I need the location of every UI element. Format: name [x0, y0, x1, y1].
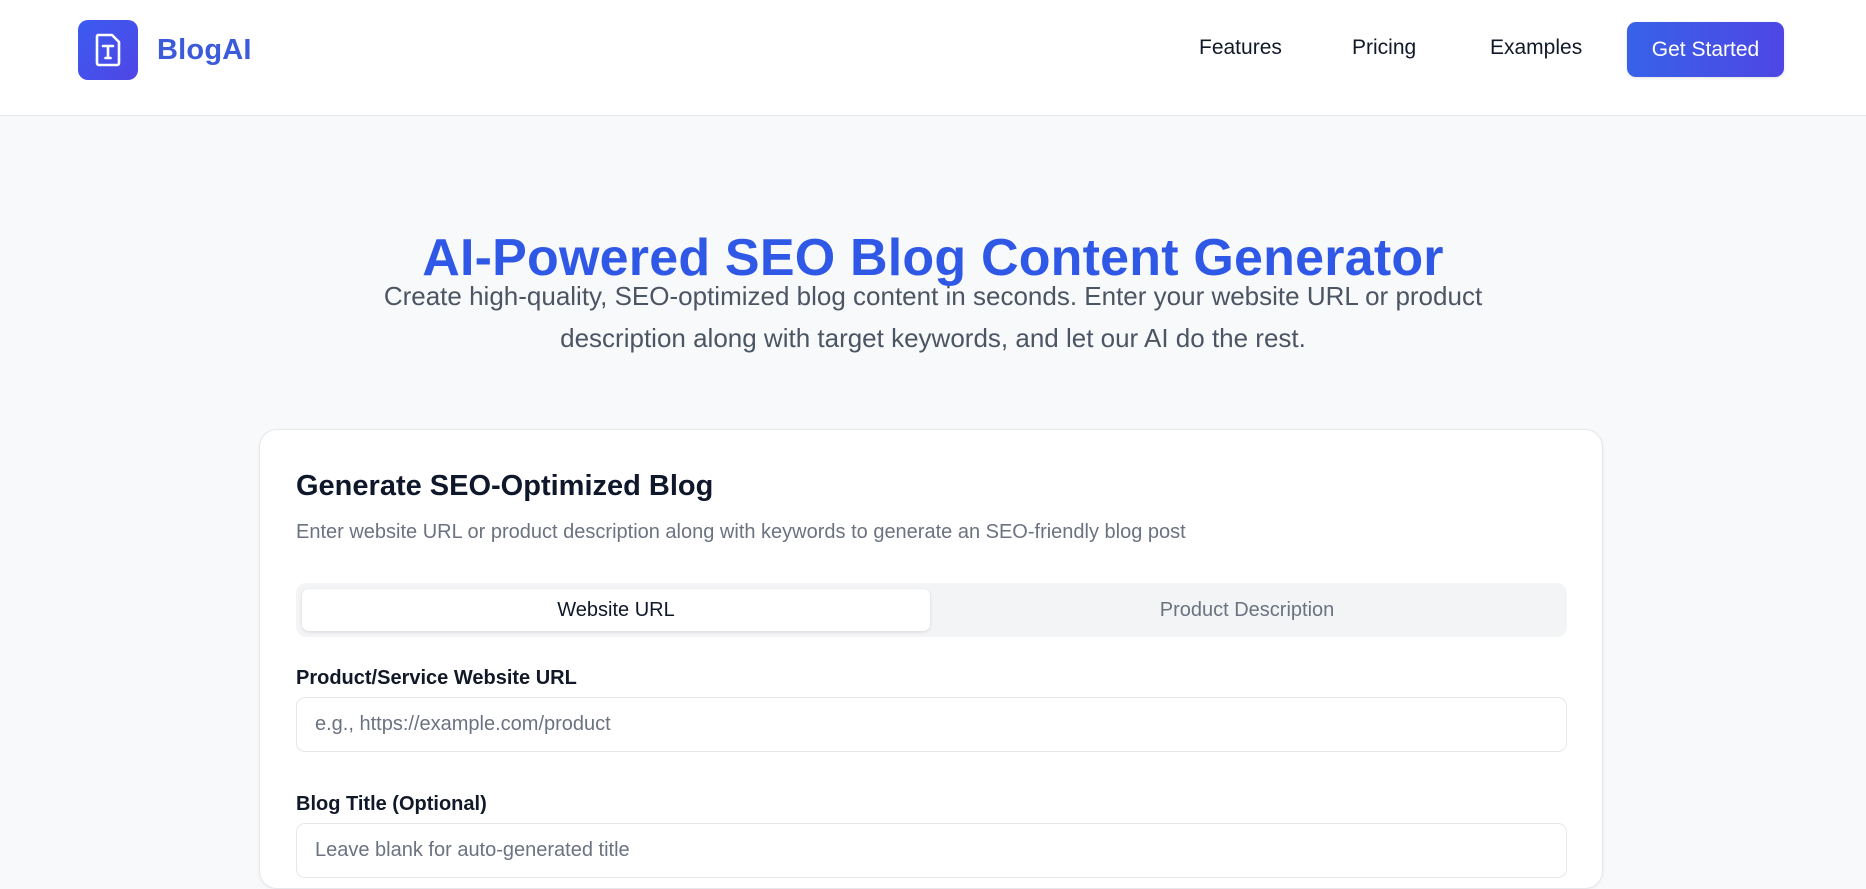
top-navbar: BlogAI Features Pricing Examples Get Sta… — [0, 0, 1866, 116]
website-url-input[interactable] — [296, 697, 1567, 752]
blog-title-label: Blog Title (Optional) — [296, 793, 487, 815]
generator-card: Generate SEO-Optimized Blog Enter websit… — [259, 429, 1603, 889]
hero-subtitle: Create high-quality, SEO-optimized blog … — [383, 281, 1483, 353]
form-description: Enter website URL or product description… — [296, 521, 1186, 543]
input-mode-tabs: Website URL Product Description — [296, 583, 1567, 637]
form-title: Generate SEO-Optimized Blog — [296, 470, 714, 502]
website-url-label: Product/Service Website URL — [296, 667, 577, 689]
brand-logo[interactable]: BlogAI — [78, 20, 252, 80]
brand-name: BlogAI — [157, 33, 252, 66]
nav-link-pricing[interactable]: Pricing — [1352, 36, 1416, 60]
get-started-button[interactable]: Get Started — [1627, 22, 1784, 77]
tab-website-url[interactable]: Website URL — [302, 589, 930, 631]
nav-link-examples[interactable]: Examples — [1490, 36, 1582, 60]
blog-title-input[interactable] — [296, 823, 1567, 878]
document-text-icon — [78, 20, 138, 80]
nav-link-features[interactable]: Features — [1199, 36, 1282, 60]
tab-product-description[interactable]: Product Description — [933, 589, 1561, 631]
